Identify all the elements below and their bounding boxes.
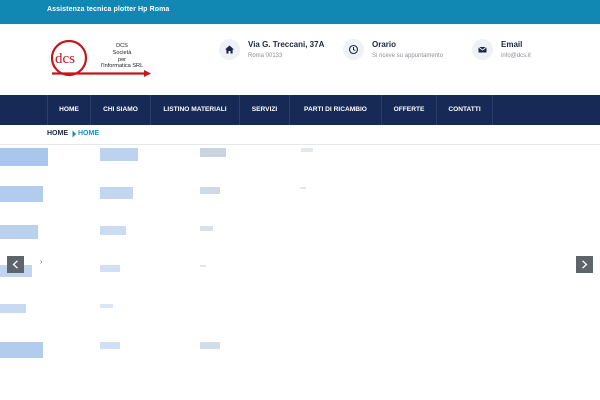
slide-fragment [200,226,213,231]
breadcrumb-home[interactable]: HOME [47,130,68,137]
slide-fragment [200,148,226,157]
chevron-right-icon [72,130,77,138]
slide-fragment [100,148,138,161]
nav-item-servizi[interactable]: SERVIZI [240,95,290,125]
contact-hours-title: Orario [372,40,397,49]
slide-fragment [0,186,43,202]
slide-fragment [100,226,126,235]
clock-icon [343,39,364,60]
slide-fragment [301,148,313,152]
top-bar: Assistenza tecnica plotter Hp Roma [0,0,600,24]
contact-email-title: Email [501,40,523,49]
slide-marker: › [40,259,43,266]
top-bar-text: Assistenza tecnica plotter Hp Roma [47,6,170,13]
logo-line-1: DCS [116,43,128,49]
slide-fragment [200,342,220,349]
slide-fragment [300,187,306,189]
header: dcs DCS Società per l'Informatica SRL Vi… [0,24,600,95]
logo-text: DCS Società per l'Informatica SRL [92,43,152,70]
slide-fragment [100,304,113,308]
nav-item-offerte[interactable]: OFFERTE [382,95,437,125]
contact-address-sub: Roma 00133 [248,53,283,59]
nav-item-contatti[interactable]: CONTATTI [437,95,493,125]
image-slider: › [0,146,600,400]
slide-fragment [100,187,133,199]
nav-item-parti-di-ricambio[interactable]: PARTI DI RICAMBIO [290,95,382,125]
envelope-icon [472,39,493,60]
chevron-left-icon [12,260,18,269]
slider-prev-button[interactable] [7,256,24,273]
nav-item-home[interactable]: HOME [48,95,91,125]
contact-hours-sub: Si riceve su appuntamento [372,53,444,59]
logo-line-2: Società [112,49,132,56]
nav-item-listino-materiali[interactable]: LISTINO MATERIALI [151,95,240,125]
slide-fragment [0,225,38,239]
slider-next-button[interactable] [576,256,593,273]
slide-fragment [100,342,120,349]
slide-fragment [200,187,220,194]
slide-fragment [200,265,206,267]
slide-fragment [0,148,48,166]
main-nav: HOME CHI SIAMO LISTINO MATERIALI SERVIZI… [0,95,600,125]
logo-line-3: per [117,56,127,63]
slide-fragment [100,265,120,272]
slide-fragment [0,342,43,358]
slide-fragment [0,304,26,313]
contact-address-title: Via G. Treccani, 37A [248,40,325,49]
home-icon [219,39,240,60]
logo-mark-text: dcs [55,51,75,67]
chevron-right-icon [582,260,588,269]
breadcrumb-current: HOME [78,130,99,137]
nav-item-chi-siamo[interactable]: CHI SIAMO [91,95,151,125]
logo-line-4: l'Informatica SRL [100,63,144,70]
breadcrumb: HOME HOME [0,125,600,145]
contact-email-sub[interactable]: info@dcs.it [501,53,531,59]
